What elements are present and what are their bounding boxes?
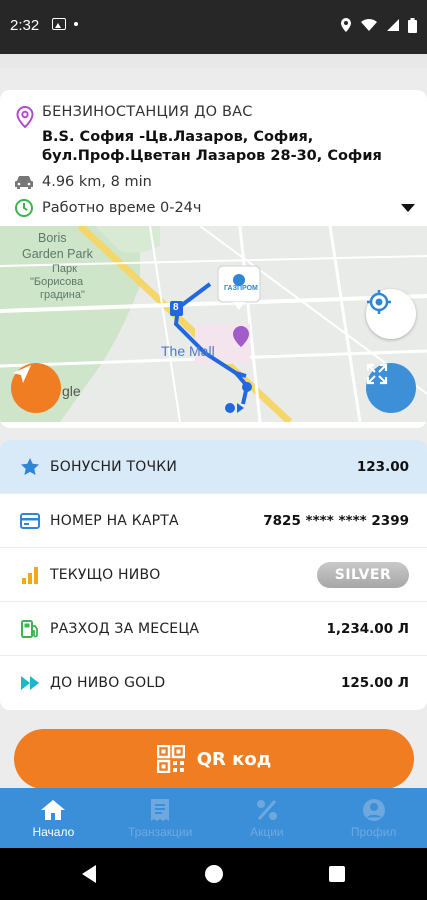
tab-transactions[interactable]: Транзакции bbox=[107, 788, 214, 848]
qr-code-icon bbox=[156, 745, 185, 773]
qr-code-button[interactable]: QR код bbox=[14, 729, 414, 789]
location-pin-icon bbox=[16, 106, 34, 128]
star-icon bbox=[20, 457, 40, 477]
route-step-marker: 8 bbox=[173, 302, 179, 313]
recent-apps-icon[interactable] bbox=[329, 866, 345, 882]
to-gold-value: 125.00 Л bbox=[340, 675, 409, 691]
tab-home[interactable]: Начало bbox=[0, 788, 107, 848]
google-logo: gle bbox=[62, 383, 81, 399]
map-park-label-3: Парк bbox=[52, 263, 77, 275]
card-number-row[interactable]: НОМЕР НА КАРТА 7825 **** **** 2399 bbox=[0, 494, 427, 548]
expand-icon bbox=[366, 363, 388, 385]
home-circle-icon[interactable] bbox=[205, 865, 223, 883]
nearest-station-card[interactable]: БЕНЗИНОСТАНЦИЯ ДО ВАС B.S. София -Цв.Лаз… bbox=[0, 90, 427, 428]
tab-promotions[interactable]: Акции bbox=[214, 788, 321, 848]
user-icon bbox=[362, 798, 385, 821]
to-gold-label: ДО НИВО GOLD bbox=[50, 675, 166, 691]
section-label: БЕНЗИНОСТАНЦИЯ ДО ВАС bbox=[42, 104, 253, 120]
map-park-label-4: "Борисова bbox=[30, 276, 84, 288]
battery-icon bbox=[408, 17, 417, 33]
card-number-label: НОМЕР НА КАРТА bbox=[50, 512, 179, 529]
fuel-pump-icon bbox=[20, 619, 40, 639]
bonus-points-value: 123.00 bbox=[356, 458, 409, 475]
status-time: 2:32 bbox=[10, 17, 40, 34]
wifi-icon bbox=[361, 18, 377, 31]
credit-card-icon bbox=[20, 511, 40, 531]
qr-code-label: QR код bbox=[196, 748, 272, 770]
level-badge: SILVER bbox=[317, 561, 409, 588]
receipt-icon bbox=[151, 798, 170, 821]
tab-promotions-label: Акции bbox=[250, 824, 284, 839]
tab-profile[interactable]: Профил bbox=[320, 788, 427, 848]
station-name-line1: B.S. София -Цв.Лазаров, София, bbox=[42, 129, 314, 145]
map-mall-label: The Mall bbox=[161, 343, 215, 359]
app-background bbox=[0, 54, 427, 68]
cell-signal-icon bbox=[387, 19, 399, 31]
distance-text: 4.96 km, 8 min bbox=[42, 174, 152, 190]
to-gold-row[interactable]: ДО НИВО GOLD 125.00 Л bbox=[0, 656, 427, 710]
back-icon[interactable] bbox=[82, 865, 96, 883]
tab-transactions-label: Транзакции bbox=[127, 824, 193, 839]
car-icon bbox=[15, 176, 33, 189]
bonus-points-row[interactable]: БОНУСНИ ТОЧКИ 123.00 bbox=[0, 440, 427, 494]
current-level-row[interactable]: ТЕКУЩО НИВО SILVER bbox=[0, 548, 427, 602]
map-park-label-2: Garden Park bbox=[22, 247, 93, 261]
more-notifications-icon bbox=[74, 22, 78, 26]
map-park-label-1: Boris bbox=[38, 231, 67, 245]
monthly-spend-value: 1,234.00 Л bbox=[326, 620, 409, 637]
fullscreen-map-button[interactable] bbox=[366, 363, 416, 413]
expand-arrow-icon[interactable] bbox=[401, 204, 415, 212]
navigate-button[interactable] bbox=[11, 363, 61, 413]
gazprom-station-marker[interactable]: ГАЗПРОМ bbox=[224, 285, 258, 292]
station-info: БЕНЗИНОСТАНЦИЯ ДО ВАС B.S. София -Цв.Лаз… bbox=[0, 90, 427, 225]
location-status-icon bbox=[341, 18, 351, 32]
my-location-button[interactable] bbox=[366, 289, 416, 339]
working-hours-text: Работно време 0-24ч bbox=[42, 200, 202, 216]
fast-forward-icon bbox=[20, 673, 40, 693]
station-name-line2: бул.Проф.Цветан Лазаров 28-30, София bbox=[42, 148, 382, 164]
signal-bars-icon bbox=[20, 565, 40, 585]
home-icon bbox=[41, 799, 66, 820]
status-notifications bbox=[52, 18, 78, 30]
crosshair-icon bbox=[367, 290, 391, 314]
image-notification-icon bbox=[52, 18, 66, 30]
loyalty-stats-card: БОНУСНИ ТОЧКИ 123.00 НОМЕР НА КАРТА 7825… bbox=[0, 440, 427, 710]
clock-icon bbox=[15, 199, 33, 217]
status-bar: 2:32 bbox=[0, 0, 427, 54]
monthly-spend-label: РАЗХОД ЗА МЕСЕЦА bbox=[50, 620, 200, 637]
station-map[interactable]: Boris Garden Park Парк "Борисова градина… bbox=[0, 226, 427, 422]
current-level-label: ТЕКУЩО НИВО bbox=[50, 566, 161, 583]
system-navigation-bar bbox=[0, 848, 427, 900]
tab-profile-label: Профил bbox=[350, 824, 397, 839]
status-system-icons bbox=[340, 17, 417, 33]
navigation-arrow-icon bbox=[13, 365, 31, 383]
monthly-spend-row[interactable]: РАЗХОД ЗА МЕСЕЦА 1,234.00 Л bbox=[0, 602, 427, 656]
map-park-label-5: градина" bbox=[40, 289, 85, 301]
bonus-points-label: БОНУСНИ ТОЧКИ bbox=[50, 458, 178, 475]
card-number-value: 7825 **** **** 2399 bbox=[263, 512, 409, 529]
bottom-navigation: Начало Транзакции Акции Профил bbox=[0, 788, 427, 848]
tab-home-label: Начало bbox=[32, 824, 75, 839]
percent-icon bbox=[256, 799, 277, 820]
